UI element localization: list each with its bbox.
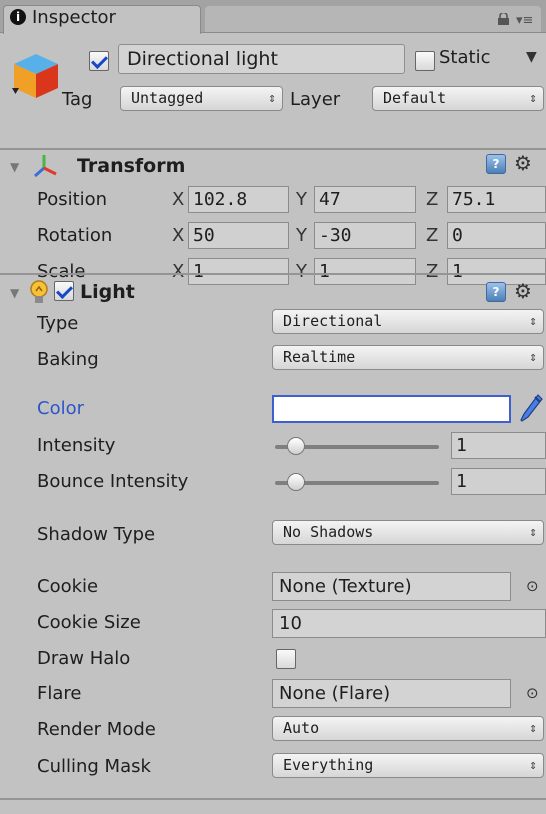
- axis-x-label[interactable]: X: [172, 261, 184, 282]
- updown-arrow-icon: ⇕: [529, 350, 537, 365]
- scale-x-field[interactable]: 1: [188, 258, 289, 285]
- render-mode-label: Render Mode: [37, 719, 156, 740]
- flare-object-field[interactable]: None (Flare): [272, 679, 511, 708]
- culling-mask-label: Culling Mask: [37, 756, 151, 777]
- gear-icon[interactable]: ⚙: [514, 279, 532, 303]
- axis-y-label[interactable]: Y: [296, 189, 307, 210]
- position-label: Position: [37, 189, 108, 210]
- intensity-label: Intensity: [37, 435, 116, 456]
- render-mode-dropdown[interactable]: Auto ⇕: [272, 716, 544, 741]
- baking-dropdown[interactable]: Realtime ⇕: [272, 345, 544, 370]
- position-x-field[interactable]: 102.8: [188, 186, 289, 213]
- rotation-x-field[interactable]: 50: [188, 222, 289, 249]
- transform-axes-icon: [34, 155, 57, 178]
- help-icon[interactable]: ?: [486, 282, 506, 302]
- object-picker-icon[interactable]: ⊙: [526, 577, 539, 595]
- component-separator: [0, 148, 546, 150]
- light-bulb-icon: [30, 280, 48, 303]
- static-label: Static: [439, 47, 491, 68]
- active-checkbox[interactable]: [89, 51, 109, 71]
- component-separator: [0, 798, 546, 800]
- flare-label: Flare: [37, 683, 82, 704]
- gameobject-name-input[interactable]: Directional light: [118, 44, 405, 74]
- render-mode-value: Auto: [283, 719, 320, 737]
- axis-z-label[interactable]: Z: [426, 225, 438, 246]
- updown-arrow-icon: ⇕: [529, 91, 537, 106]
- updown-arrow-icon: ⇕: [529, 525, 537, 540]
- bounce-intensity-label: Bounce Intensity: [37, 471, 189, 492]
- updown-arrow-icon: ⇕: [529, 758, 537, 773]
- rotation-label: Rotation: [37, 225, 113, 246]
- rotation-z-field[interactable]: 0: [447, 222, 546, 249]
- bounce-intensity-slider-knob[interactable]: [286, 473, 305, 491]
- intensity-slider-knob[interactable]: [286, 437, 305, 455]
- updown-arrow-icon: ⇕: [529, 314, 537, 329]
- draw-halo-label: Draw Halo: [37, 648, 131, 669]
- layer-value: Default: [383, 89, 447, 107]
- light-title: Light: [80, 281, 135, 303]
- tag-label: Tag: [62, 89, 93, 110]
- scale-y-field[interactable]: 1: [314, 258, 416, 285]
- cookie-size-label: Cookie Size: [37, 612, 141, 633]
- tab-title: Inspector: [32, 7, 116, 28]
- axis-x-label[interactable]: X: [172, 189, 184, 210]
- transform-title: Transform: [77, 155, 186, 177]
- foldout-arrow-icon[interactable]: ▼: [10, 160, 19, 174]
- info-icon: i: [10, 9, 26, 25]
- intensity-field[interactable]: 1: [451, 432, 546, 459]
- axis-z-label[interactable]: Z: [426, 189, 438, 210]
- culling-mask-dropdown[interactable]: Everything ⇕: [272, 753, 544, 778]
- type-label: Type: [37, 313, 79, 334]
- cookie-size-field[interactable]: 10: [272, 609, 546, 638]
- help-icon[interactable]: ?: [486, 154, 506, 174]
- layer-label: Layer: [290, 89, 341, 110]
- shadow-type-label: Shadow Type: [37, 524, 156, 545]
- object-picker-icon[interactable]: ⊙: [526, 684, 539, 702]
- color-label: Color: [37, 398, 84, 419]
- axis-y-label[interactable]: Y: [296, 225, 307, 246]
- cookie-label: Cookie: [37, 576, 99, 597]
- position-y-field[interactable]: 47: [314, 186, 416, 213]
- static-checkbox[interactable]: [415, 51, 435, 71]
- axis-z-label[interactable]: Z: [426, 261, 438, 282]
- cookie-object-field[interactable]: None (Texture): [272, 572, 511, 601]
- draw-halo-checkbox[interactable]: [276, 649, 296, 669]
- bounce-intensity-field[interactable]: 1: [451, 468, 546, 495]
- gear-icon[interactable]: ⚙: [514, 151, 532, 175]
- static-dropdown-icon[interactable]: ▼: [526, 49, 537, 65]
- eyedropper-icon[interactable]: [516, 392, 544, 424]
- foldout-arrow-icon[interactable]: ▼: [10, 286, 19, 300]
- culling-mask-value: Everything: [283, 756, 374, 774]
- updown-arrow-icon: ⇕: [268, 91, 276, 106]
- axis-x-label[interactable]: X: [172, 225, 184, 246]
- baking-value: Realtime: [283, 348, 356, 366]
- baking-label: Baking: [37, 349, 99, 370]
- type-value: Directional: [283, 312, 383, 330]
- lock-icon[interactable]: [497, 13, 510, 25]
- tab-bar-empty: [205, 6, 541, 32]
- tag-value: Untagged: [131, 89, 204, 107]
- axis-y-label[interactable]: Y: [296, 261, 307, 282]
- type-dropdown[interactable]: Directional ⇕: [272, 309, 544, 334]
- updown-arrow-icon: ⇕: [529, 721, 537, 736]
- light-enabled-checkbox[interactable]: [54, 281, 74, 301]
- color-field[interactable]: [272, 395, 511, 423]
- rotation-y-field[interactable]: -30: [314, 222, 416, 249]
- tag-dropdown[interactable]: Untagged ⇕: [120, 86, 283, 111]
- component-separator: [0, 273, 546, 275]
- position-z-field[interactable]: 75.1: [447, 186, 546, 213]
- gameobject-cube-icon: [12, 54, 58, 98]
- layer-dropdown[interactable]: Default ⇕: [372, 86, 544, 111]
- shadow-type-dropdown[interactable]: No Shadows ⇕: [272, 520, 544, 545]
- shadow-type-value: No Shadows: [283, 523, 374, 541]
- tab-menu-icon[interactable]: ▾≡: [516, 13, 533, 28]
